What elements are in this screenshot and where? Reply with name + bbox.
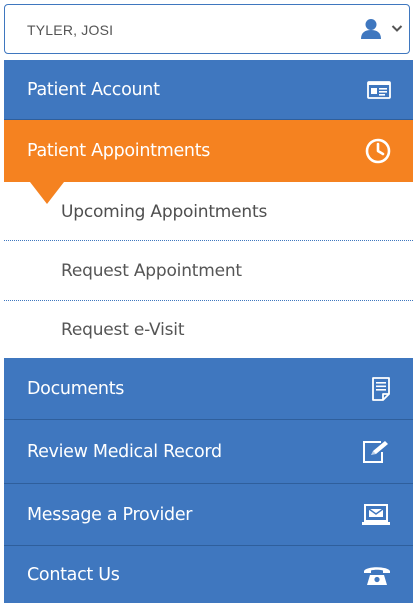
navigation-panel: TYLER, JOSI Patient Account Patient Appo…	[0, 0, 413, 603]
user-icon	[361, 19, 381, 39]
document-icon	[372, 376, 390, 401]
submenu-item-label: Request e-Visit	[61, 319, 185, 340]
menu-item-label: Contact Us	[27, 564, 120, 585]
menu-item-label: Patient Appointments	[27, 141, 211, 161]
chevron-down-icon	[391, 25, 403, 32]
submenu-item-request-appointment[interactable]: Request Appointment	[4, 241, 413, 300]
menu-item-documents[interactable]: Documents	[4, 358, 413, 419]
menu-item-label: Review Medical Record	[27, 441, 222, 462]
submenu-item-label: Request Appointment	[61, 260, 242, 281]
menu-item-contact-us[interactable]: Contact Us	[4, 546, 413, 603]
menu-item-label: Documents	[27, 378, 125, 399]
clock-icon	[365, 138, 391, 164]
submenu-item-label: Upcoming Appointments	[61, 201, 268, 222]
menu-item-patient-account[interactable]: Patient Account	[4, 60, 413, 119]
id-card-icon	[367, 80, 391, 99]
menu-item-label: Message a Provider	[27, 504, 193, 525]
submenu-item-upcoming-appointments[interactable]: Upcoming Appointments	[4, 182, 413, 241]
submenu-item-request-evisit[interactable]: Request e-Visit	[4, 301, 413, 358]
menu-item-review-medical-record[interactable]: Review Medical Record	[4, 420, 413, 483]
menu-item-label: Patient Account	[27, 79, 160, 100]
laptop-mail-icon	[362, 503, 390, 525]
account-name: TYLER, JOSI	[27, 22, 114, 38]
menu-item-message-provider[interactable]: Message a Provider	[4, 484, 413, 545]
menu-item-patient-appointments[interactable]: Patient Appointments	[4, 120, 413, 182]
account-selector[interactable]: TYLER, JOSI	[4, 4, 410, 54]
edit-record-icon	[363, 440, 388, 463]
phone-icon	[364, 566, 390, 585]
